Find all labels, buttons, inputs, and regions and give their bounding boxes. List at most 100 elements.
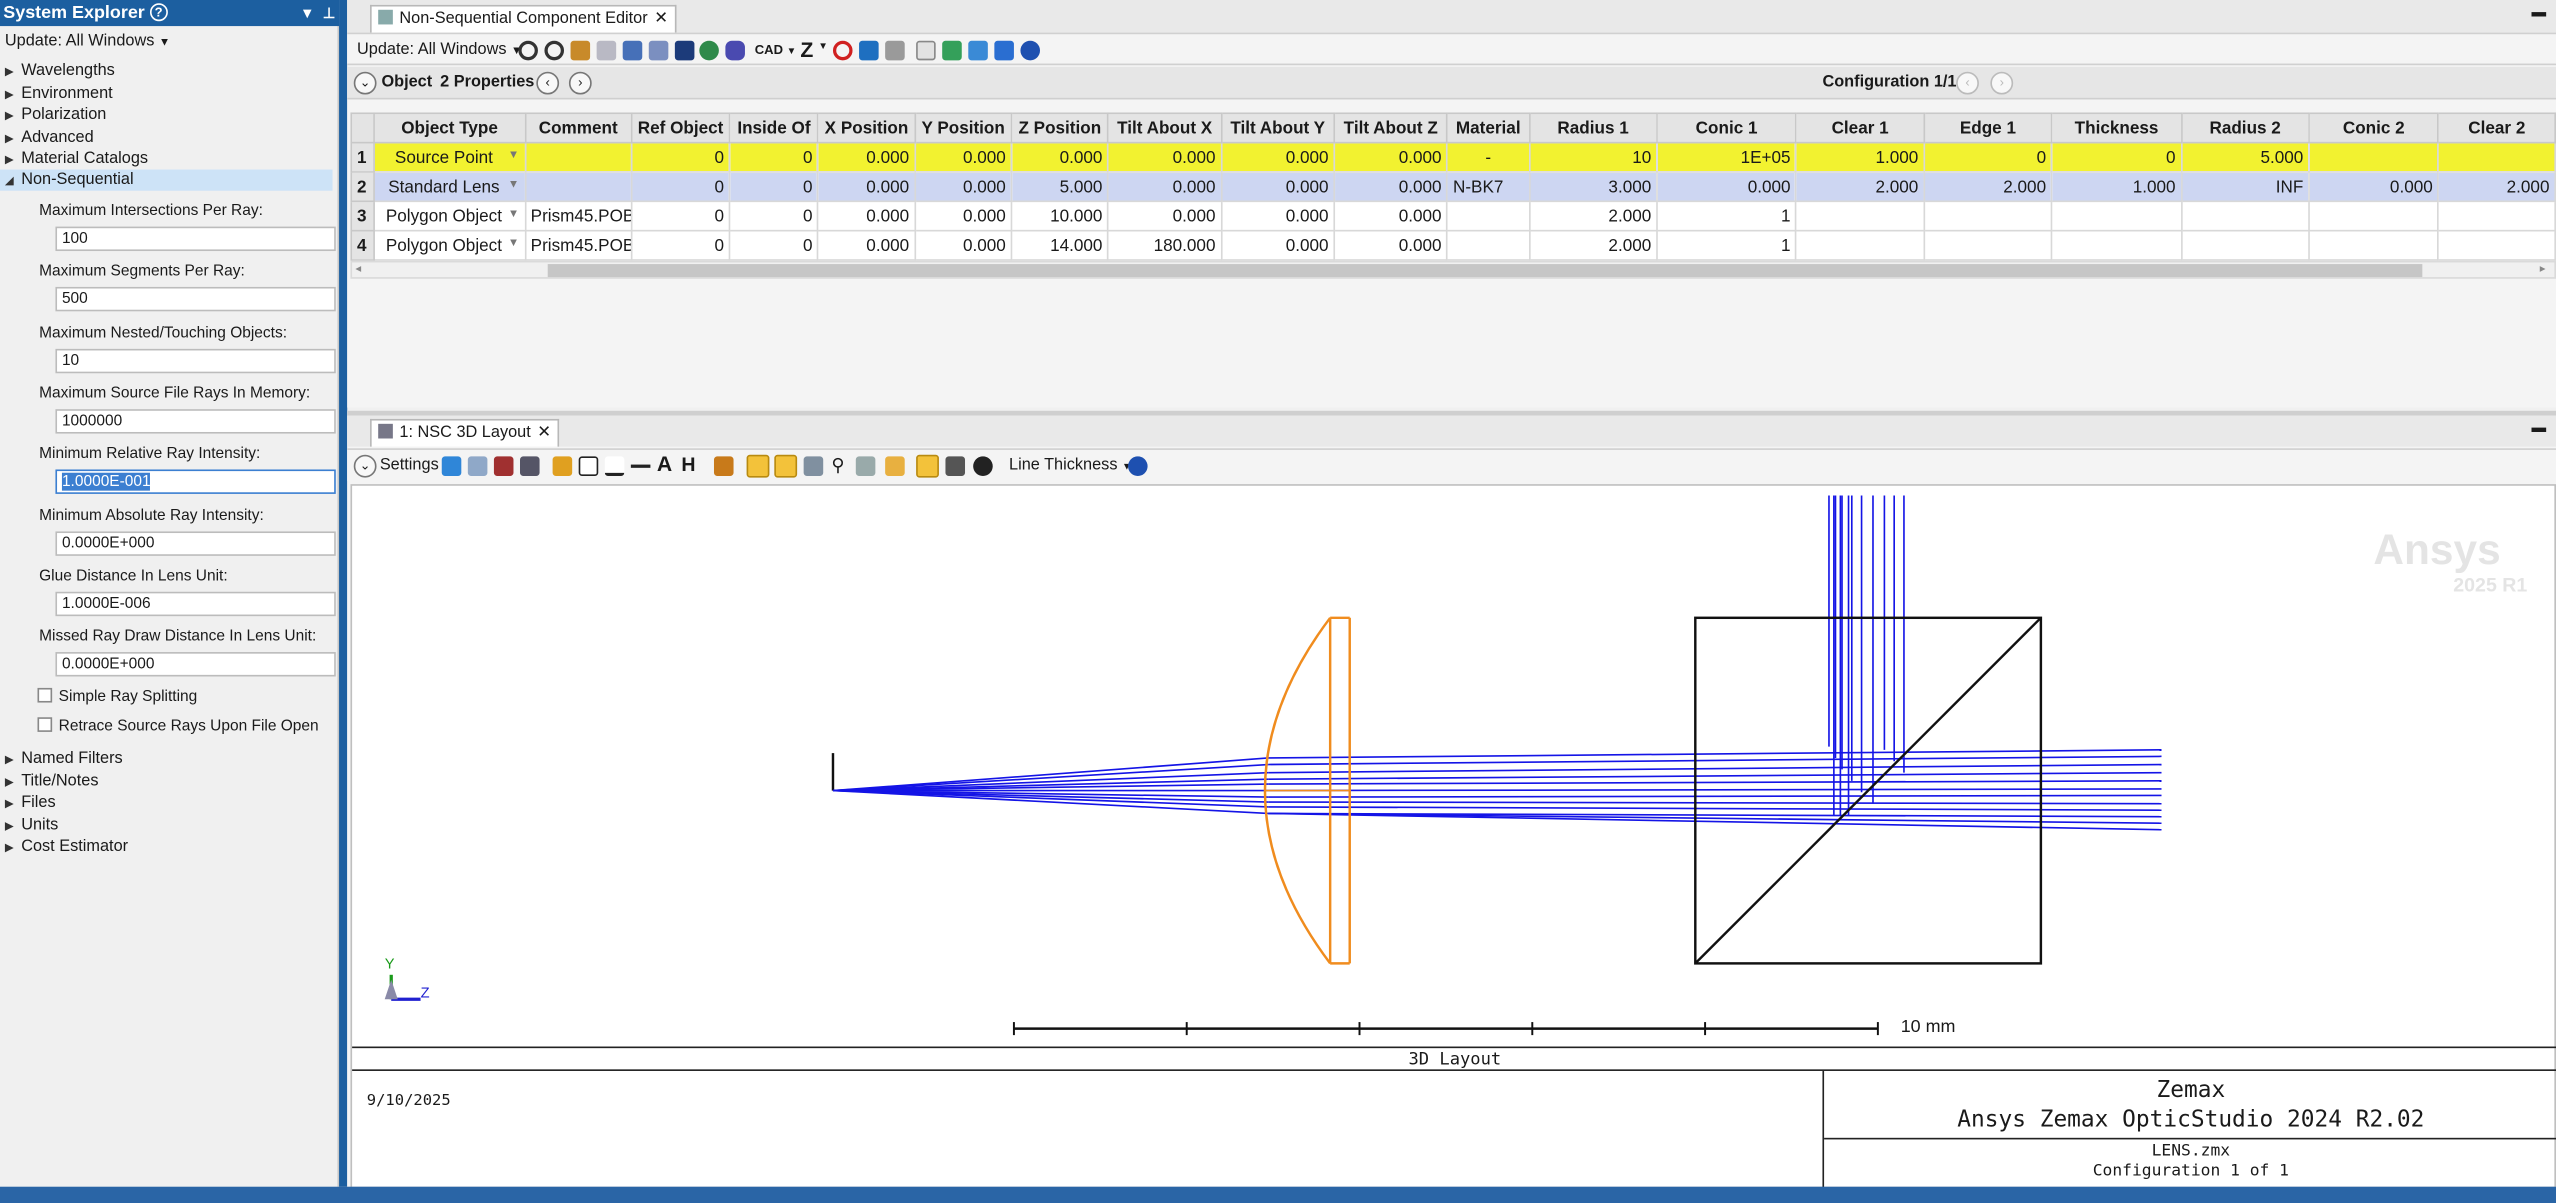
column-header[interactable] <box>350 112 376 144</box>
table-cell[interactable]: 1E+05 <box>1656 141 1798 173</box>
column-header[interactable]: Conic 1 <box>1656 112 1798 144</box>
tree-item-polarization[interactable]: ▶ Polarization <box>5 104 106 125</box>
table-cell[interactable]: 2.000 <box>1795 171 1925 203</box>
zemax-z-icon[interactable]: Z <box>800 37 813 61</box>
horizontal-scrollbar[interactable]: ◂ ▸ <box>350 260 2556 279</box>
pan-icon[interactable] <box>803 456 824 476</box>
table-cell[interactable]: 2.000 <box>1528 200 1658 232</box>
table-cell[interactable]: 0.000 <box>2308 171 2440 203</box>
table-cell[interactable]: 0.000 <box>1107 200 1223 232</box>
sync-icon[interactable] <box>942 40 962 61</box>
field-input[interactable]: 1000000 <box>55 408 336 434</box>
tab-nsc-3d-layout[interactable]: 1: NSC 3D Layout ✕ <box>370 418 560 447</box>
table-cell[interactable]: 2.000 <box>1528 229 1658 261</box>
table-cell[interactable]: 0.000 <box>914 141 1013 173</box>
table-cell[interactable] <box>1923 200 2053 232</box>
line-icon[interactable] <box>630 464 651 468</box>
dropdown-icon[interactable]: ▼ <box>300 0 315 26</box>
help-icon[interactable] <box>1128 456 1148 476</box>
column-header[interactable]: Conic 2 <box>2308 112 2440 144</box>
tree-item-advanced[interactable]: ▶ Advanced <box>5 126 94 147</box>
column-header[interactable]: Thickness <box>2050 112 2183 144</box>
print-icon[interactable] <box>520 456 540 476</box>
table-row[interactable]: 2 Standard Lens ▼ 0 0 0.000 0.000 5.000 0.000 0.0… <box>350 171 2556 203</box>
line-thickness-dropdown[interactable]: Line Thickness ▼ <box>1009 456 1132 474</box>
table-cell[interactable]: 180.000 <box>1107 229 1223 261</box>
tree-item-units[interactable]: ▶ Units <box>5 814 58 835</box>
table-cell[interactable]: Prism45.POB <box>524 200 633 232</box>
column-header[interactable]: Comment <box>524 112 633 144</box>
dimension-icon[interactable]: H <box>681 453 695 476</box>
table-cell[interactable] <box>524 171 633 203</box>
table-cell[interactable]: 0.000 <box>1107 141 1223 173</box>
tree-item-title-notes[interactable]: ▶ Title/Notes <box>5 770 99 791</box>
table-cell[interactable]: 0 <box>630 171 731 203</box>
axes-icon[interactable] <box>746 454 770 478</box>
checkbox[interactable] <box>37 717 53 732</box>
stop-icon[interactable] <box>832 40 853 61</box>
clock-icon[interactable] <box>973 456 993 476</box>
table-cell[interactable] <box>2308 200 2440 232</box>
close-icon[interactable]: ✕ <box>654 10 668 28</box>
table-cell[interactable]: 0.000 <box>914 171 1013 203</box>
table-cell[interactable]: 0.000 <box>1220 171 1336 203</box>
wizard-icon[interactable] <box>570 40 591 61</box>
field-input[interactable]: 0.0000E+000 <box>55 530 336 556</box>
table-row[interactable]: 1 Source Point ▼ 0 0 0.000 0.000 0.000 0.000 0.00… <box>350 141 2556 173</box>
table-cell[interactable]: 0.000 <box>817 141 916 173</box>
tree-item-files[interactable]: ▶ Files <box>5 792 56 813</box>
table-cell[interactable]: Standard Lens ▼ <box>373 171 526 203</box>
table-cell[interactable]: 10 <box>1528 141 1658 173</box>
settings-toggle-icon[interactable]: ⌄ <box>353 454 377 478</box>
zoom-icon[interactable]: ⚲ <box>831 455 844 476</box>
table-cell[interactable]: 1 <box>1656 200 1798 232</box>
table-cell[interactable] <box>1446 229 1531 261</box>
window-menu-icon[interactable]: ▬ <box>2532 419 2547 435</box>
table-cell[interactable]: 0 <box>728 141 820 173</box>
table-cell[interactable]: 2.000 <box>2437 171 2556 203</box>
update-dropdown[interactable]: Update: All Windows ▼ <box>357 41 522 59</box>
grid-icon[interactable] <box>674 40 695 61</box>
table-cell[interactable] <box>2437 141 2556 173</box>
table-cell[interactable]: 0 <box>630 229 731 261</box>
column-header[interactable]: Material <box>1446 112 1531 144</box>
table-row[interactable]: 4 Polygon Object ▼ Prism45.POB 0 0 0.000 0.000 1… <box>350 229 2556 261</box>
table-cell[interactable]: - <box>1446 141 1531 173</box>
rotate-icon[interactable] <box>713 456 734 476</box>
column-header[interactable]: Z Position <box>1010 112 1109 144</box>
table-cell[interactable] <box>1795 229 1925 261</box>
toggle-icon[interactable] <box>885 40 905 61</box>
table-cell[interactable]: 10.000 <box>1010 200 1109 232</box>
table-cell[interactable]: 2.000 <box>1923 171 2053 203</box>
close-icon[interactable]: ✕ <box>537 424 551 442</box>
next-icon[interactable] <box>994 40 1014 61</box>
layout-plot[interactable]: Ansys 2025 R1 Y Z 10 mm 3D Layout 9/10/2… <box>350 484 2556 1189</box>
update-dropdown[interactable]: Update: All Windows ▼ <box>5 33 170 51</box>
table-cell[interactable]: 1 <box>1656 229 1798 261</box>
scroll-right-icon[interactable]: ▸ <box>2540 262 2546 275</box>
lock-icon[interactable] <box>885 456 905 476</box>
column-header[interactable]: Ref Object <box>630 112 731 144</box>
column-header[interactable]: Clear 1 <box>1795 112 1925 144</box>
table-cell[interactable]: 0.000 <box>1333 141 1449 173</box>
tree-item-non-sequential[interactable]: ◢ Non-Sequential <box>0 169 333 191</box>
table-cell[interactable] <box>524 141 633 173</box>
chevron-down-icon[interactable]: ▼ <box>508 178 519 189</box>
tree-item-named-filters[interactable]: ▶ Named Filters <box>5 748 123 769</box>
copy-icon[interactable] <box>467 456 488 476</box>
table-cell[interactable]: INF <box>2180 171 2310 203</box>
column-header[interactable]: Radius 1 <box>1528 112 1658 144</box>
table-row[interactable]: 3 Polygon Object ▼ Prism45.POB 0 0 0.000 0.000 1… <box>350 200 2556 232</box>
field-input[interactable]: 1.0000E-006 <box>55 591 336 616</box>
view-icon[interactable] <box>774 454 798 478</box>
table-cell[interactable]: 0.000 <box>1656 171 1798 203</box>
table-cell[interactable]: 0.000 <box>1333 229 1449 261</box>
column-header[interactable]: Tilt About Z <box>1333 112 1449 144</box>
table-cell[interactable]: 0 <box>630 200 731 232</box>
table-cell[interactable]: Source Point ▼ <box>373 141 526 173</box>
table-cell[interactable] <box>2308 141 2440 173</box>
pencil-icon[interactable] <box>552 456 573 476</box>
table-cell[interactable] <box>2308 229 2440 261</box>
chevron-down-icon[interactable]: ▼ <box>508 208 519 219</box>
help-icon[interactable]: ? <box>149 3 168 22</box>
